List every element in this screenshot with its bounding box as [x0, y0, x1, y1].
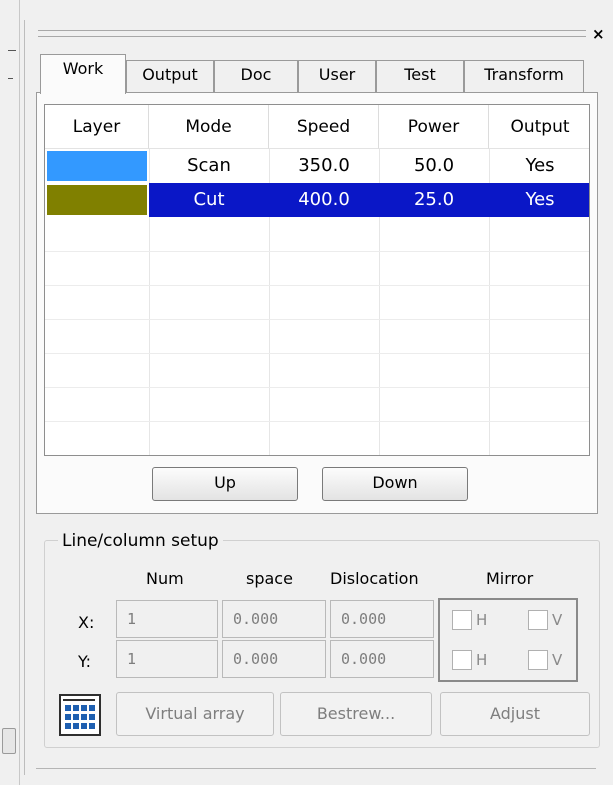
- tab-test[interactable]: Test: [376, 60, 464, 92]
- panel-grip-line[interactable]: [38, 36, 586, 37]
- y-mirror-v-checkbox[interactable]: [528, 650, 548, 670]
- x-mirror-h-checkbox[interactable]: [452, 610, 472, 630]
- x-space-field[interactable]: 0.000: [222, 600, 326, 638]
- panel-bottom-edge: [36, 768, 596, 769]
- column-header-output[interactable]: Output: [489, 105, 589, 149]
- column-header-speed[interactable]: Speed: [269, 105, 379, 149]
- row-divider: [45, 421, 589, 422]
- y-row-label: Y:: [78, 652, 92, 671]
- array-grid-icon[interactable]: [59, 694, 101, 736]
- tab-work[interactable]: Work: [40, 54, 126, 94]
- x-dislocation-field[interactable]: 0.000: [330, 600, 434, 638]
- left-pane-divider: [8, 50, 16, 51]
- tab-doc[interactable]: Doc: [214, 60, 298, 92]
- mirror-header: Mirror: [486, 569, 534, 588]
- x-mirror-h-label: H: [476, 611, 488, 629]
- bestrew-button[interactable]: Bestrew...: [280, 692, 432, 736]
- tab-output[interactable]: Output: [126, 60, 214, 92]
- cell-output: Yes: [525, 155, 555, 176]
- space-header: space: [246, 569, 293, 588]
- up-button[interactable]: Up: [152, 467, 298, 501]
- tab-user[interactable]: User: [298, 60, 376, 92]
- cell-power: 50.0: [413, 155, 455, 176]
- left-pane-scrollbar-thumb[interactable]: [2, 728, 16, 754]
- cell-mode: Cut: [149, 183, 269, 217]
- layer-color-swatch[interactable]: [47, 185, 147, 215]
- y-mirror-v-label: V: [552, 651, 563, 669]
- x-num-field[interactable]: 1: [116, 600, 218, 638]
- virtual-array-button[interactable]: Virtual array: [116, 692, 274, 736]
- y-num-field[interactable]: 1: [116, 640, 218, 678]
- cell-mode: Scan: [187, 155, 231, 176]
- cell-speed: 350.0: [298, 155, 350, 176]
- y-mirror-h-label: H: [476, 651, 488, 669]
- column-header-layer[interactable]: Layer: [45, 105, 149, 149]
- row-divider: [45, 285, 589, 286]
- num-header: Num: [146, 569, 184, 588]
- row-divider: [45, 387, 589, 388]
- x-row-label: X:: [78, 613, 95, 632]
- row-divider: [45, 251, 589, 252]
- panel-grip-line[interactable]: [38, 30, 586, 31]
- x-mirror-v-label: V: [552, 611, 563, 629]
- layer-color-swatch[interactable]: [47, 151, 147, 181]
- cell-speed: 400.0: [269, 183, 379, 217]
- cell-output: Yes: [489, 183, 589, 217]
- y-space-field[interactable]: 0.000: [222, 640, 326, 678]
- y-mirror-h-checkbox[interactable]: [452, 650, 472, 670]
- adjust-button[interactable]: Adjust: [440, 692, 590, 736]
- row-divider: [45, 353, 589, 354]
- dislocation-header: Dislocation: [330, 569, 419, 588]
- table-row[interactable]: Scan 350.0 50.0 Yes: [45, 149, 589, 183]
- table-row-selected[interactable]: Cut 400.0 25.0 Yes: [45, 183, 589, 217]
- y-dislocation-field[interactable]: 0.000: [330, 640, 434, 678]
- layer-list[interactable]: Layer Mode Speed Power Output Scan 350.0…: [44, 104, 590, 456]
- row-divider: [45, 319, 589, 320]
- column-header-power[interactable]: Power: [379, 105, 489, 149]
- group-title: Line/column setup: [58, 529, 223, 553]
- panel-close-button[interactable]: ×: [592, 27, 605, 42]
- tab-transform[interactable]: Transform: [464, 60, 584, 92]
- down-button[interactable]: Down: [322, 467, 468, 501]
- left-pane-edge: [0, 0, 20, 785]
- x-mirror-v-checkbox[interactable]: [528, 610, 548, 630]
- left-pane-arrow-icon: [8, 78, 13, 79]
- cell-power: 25.0: [379, 183, 489, 217]
- column-header-mode[interactable]: Mode: [149, 105, 269, 149]
